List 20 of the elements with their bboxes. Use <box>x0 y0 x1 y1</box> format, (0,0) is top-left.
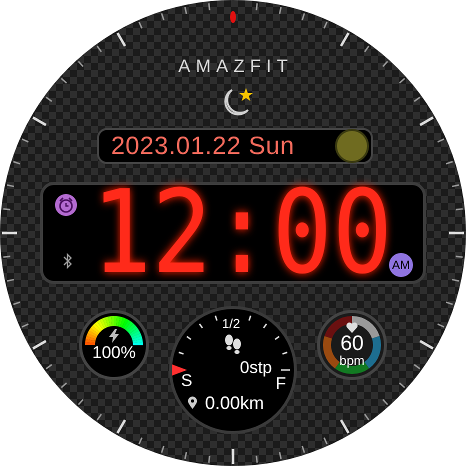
alarm-icon <box>55 194 77 216</box>
start-label: S <box>181 372 192 389</box>
second-marker-icon <box>230 11 236 23</box>
period-badge: AM <box>389 253 413 277</box>
location-pin-icon <box>187 396 198 410</box>
distance: 0.00km <box>205 394 264 412</box>
heart-rate-value: 60 <box>340 333 364 354</box>
finish-label: F <box>276 375 286 392</box>
battery-percent: 100% <box>92 344 136 361</box>
heart-icon <box>346 322 358 333</box>
footprints-icon <box>223 334 243 356</box>
step-pointer-icon <box>172 364 187 376</box>
date-text: 2023.01.22 Sun <box>111 134 295 158</box>
heart-rate-unit: bpm <box>339 354 365 367</box>
brand-logo: AMAZFIT <box>177 57 294 75</box>
bluetooth-icon <box>63 253 73 269</box>
step-count: 0stp <box>240 359 272 376</box>
scale-label: 1/2 <box>222 317 240 330</box>
lightning-icon <box>109 329 119 343</box>
battery-level-arc <box>85 316 143 346</box>
